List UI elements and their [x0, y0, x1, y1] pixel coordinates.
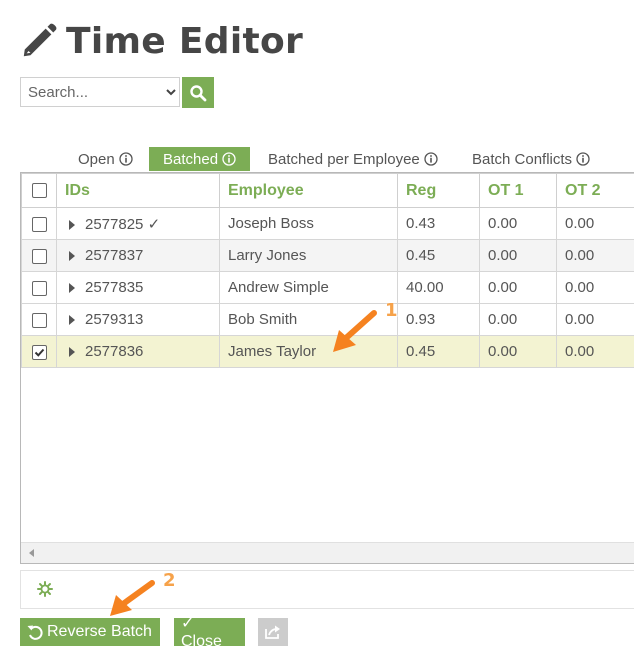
annotation-arrow-1: [333, 310, 377, 352]
annotation-step-2: 2: [163, 570, 176, 591]
annotation-overlay: [110, 310, 377, 616]
annotation-arrow-2: [110, 580, 155, 616]
annotation-step-1: 1: [385, 300, 398, 321]
